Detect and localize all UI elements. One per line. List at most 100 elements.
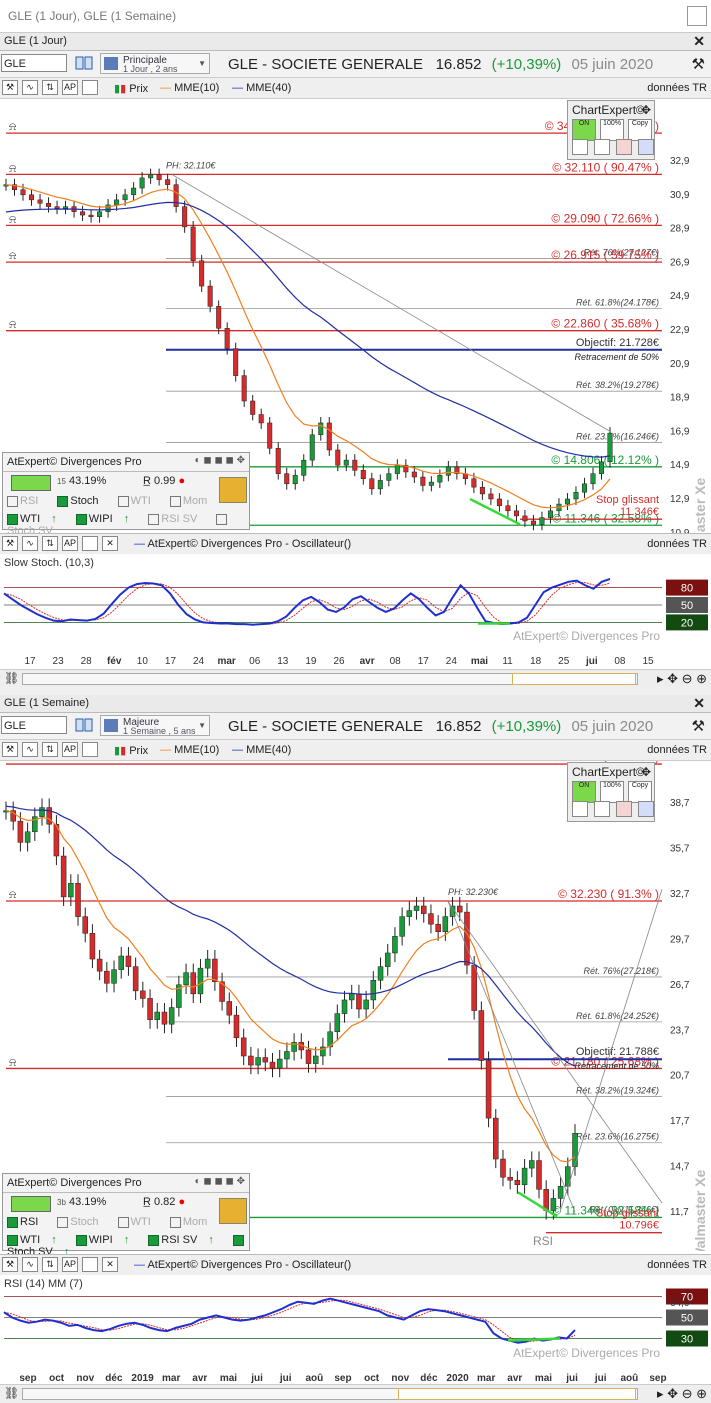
period-selector[interactable]: Principale 1 Jour , 2 ans ▼ (100, 53, 210, 74)
link-icon[interactable]: ⛓ (4, 1386, 19, 1400)
candle-body (292, 475, 298, 485)
ap-icon[interactable]: AP (62, 536, 78, 551)
frame-icon[interactable] (82, 80, 98, 95)
weekly-oscillator-chart[interactable]: RSI (14) MM (7)70503064,0AtExpert© Diver… (0, 1275, 711, 1383)
zoom-controls[interactable]: ▸ ✥ ⊖ ⊕ (657, 671, 707, 687)
oscillator-watermark: AtExpert© Divergences Pro (513, 629, 660, 643)
scale-icon[interactable]: ⇅ (42, 80, 58, 95)
chartexpert-copy-button[interactable]: Copy (628, 781, 652, 803)
alarm-bell-icon: ⍾ (9, 249, 16, 262)
chartexpert-on-button[interactable]: ON (572, 119, 596, 141)
wrench-icon[interactable] (572, 801, 588, 817)
x-tick-label: sep (649, 1373, 666, 1383)
indicator-icon[interactable]: ∿ (22, 1257, 38, 1272)
divergence-controls-icons[interactable]: ◐ ◼ ◼ ◼ ✥ (195, 455, 245, 466)
candle-body (226, 1001, 233, 1016)
oscillator-title: — AtExpert© Divergences Pro - Oscillateu… (134, 1259, 352, 1271)
symbol-input[interactable]: GLE (1, 54, 67, 72)
candle-body (190, 972, 197, 995)
candle-body (435, 923, 441, 933)
brush-icon[interactable] (594, 801, 610, 817)
candle-body (411, 471, 417, 478)
ap-icon[interactable]: AP (62, 80, 78, 95)
globe-icon[interactable] (616, 801, 632, 817)
chartexpert-copy-button[interactable]: Copy (628, 119, 652, 141)
x-tick-label: 11 (502, 656, 513, 666)
chart-legend-bar: ⚒ ∿ ⇅ AP ▮▮ Prix — MME(10) — MME(40) don… (0, 78, 711, 99)
divergence-row-1: RSI Stoch WTI Mom (7, 495, 223, 507)
candle-body (80, 211, 86, 216)
chartexpert-100-button[interactable]: 100% (600, 781, 624, 803)
alarm-bell-icon: ⍾ (9, 318, 16, 331)
chartexpert-on-button[interactable]: ON (572, 781, 596, 803)
close-icon[interactable]: ✕ (693, 695, 705, 712)
candle-body (464, 911, 470, 966)
scale-icon[interactable]: ⇅ (42, 536, 58, 551)
price-change: (+10,39%) (491, 718, 562, 735)
candle-body (399, 916, 405, 937)
frame-icon[interactable] (82, 1257, 98, 1272)
candle-body (182, 206, 188, 228)
indicator-icon[interactable]: ∿ (22, 742, 38, 757)
link-icon[interactable]: ⛓ (4, 671, 19, 685)
candle-body (63, 206, 69, 209)
symbol-input[interactable]: GLE (1, 716, 67, 734)
divergence-controls-icons[interactable]: ◐ ◼ ◼ ◼ ✥ (195, 1176, 245, 1187)
info-icon[interactable] (638, 139, 654, 155)
tools-icon[interactable]: ⚒ (2, 536, 18, 551)
price-level-label: © 22.860 ( 35.68% ) (551, 317, 659, 331)
candle-body (233, 348, 239, 376)
divergence-chart-icon[interactable] (11, 1196, 51, 1212)
ap-icon[interactable]: AP (62, 742, 78, 757)
scale-icon[interactable]: ⇅ (42, 742, 58, 757)
settings-wrench-icon[interactable]: ⚒ (692, 717, 705, 735)
book-icon[interactable] (74, 55, 94, 71)
candle-body (309, 434, 315, 461)
chartexpert-100-button[interactable]: 100% (600, 119, 624, 141)
x-tick-label: fév (107, 656, 122, 666)
close-icon[interactable]: ✕ (693, 33, 705, 50)
x-tick-label: 18 (530, 656, 542, 666)
candle-body (479, 486, 485, 495)
period-selector[interactable]: Majeure 1 Semaine , 5 ans ▼ (100, 715, 210, 736)
scroll-thumb[interactable] (512, 673, 636, 685)
tools-icon[interactable]: ⚒ (2, 1257, 18, 1272)
indicator-icon[interactable]: ∿ (22, 80, 38, 95)
oscillator-name: Slow Stoch. (10,3) (4, 557, 94, 569)
time-scrollbar[interactable]: ⛓ ▸ ✥ ⊖ ⊕ (0, 669, 711, 687)
candle-body (267, 422, 273, 449)
time-scrollbar[interactable]: ⛓ ▸ ✥ ⊖ ⊕ (0, 1384, 711, 1403)
settings-wrench-icon[interactable]: ⚒ (692, 55, 705, 73)
x-tick-label: 17 (165, 656, 177, 666)
close-icon[interactable]: ✕ (102, 1257, 118, 1272)
book-icon[interactable] (74, 717, 94, 733)
frame-icon[interactable] (82, 742, 98, 757)
ap-icon[interactable]: AP (62, 1257, 78, 1272)
daily-oscillator-chart[interactable]: Slow Stoch. (10,3) 80 50 20 AtExpert© Diverg… (0, 554, 711, 666)
move-icon[interactable]: ✥ (641, 103, 651, 117)
divergence-chart-icon[interactable] (11, 475, 51, 491)
price-level-label: © 14.806 ( 12.12% ) (551, 453, 659, 467)
tools-icon[interactable]: ⚒ (2, 80, 18, 95)
close-icon[interactable]: ✕ (102, 536, 118, 551)
wrench-icon[interactable] (572, 139, 588, 155)
oscillator-level-value: 80 (681, 583, 693, 595)
scale-icon[interactable]: ⇅ (42, 1257, 58, 1272)
last-price: 16.852 (435, 56, 482, 73)
zoom-controls[interactable]: ▸ ✥ ⊖ ⊕ (657, 1386, 707, 1402)
maximize-button[interactable] (687, 6, 707, 26)
info-icon[interactable] (638, 801, 654, 817)
move-icon[interactable]: ✥ (641, 765, 651, 779)
quote-date: 05 juin 2020 (571, 718, 654, 735)
oscillator-name: RSI (14) MM (7) (4, 1278, 83, 1290)
indicator-icon[interactable]: ∿ (22, 536, 38, 551)
fib-retracement-label: Rét. 23.6%(16.246€) (576, 431, 659, 441)
alarm-bell-icon: ⍾ (9, 888, 16, 901)
x-tick-label: oct (364, 1373, 380, 1383)
frame-icon[interactable] (82, 536, 98, 551)
tools-icon[interactable]: ⚒ (2, 742, 18, 757)
scroll-thumb[interactable] (398, 1388, 636, 1400)
globe-icon[interactable] (616, 139, 632, 155)
oscillator-level-value: 50 (681, 600, 693, 612)
brush-icon[interactable] (594, 139, 610, 155)
